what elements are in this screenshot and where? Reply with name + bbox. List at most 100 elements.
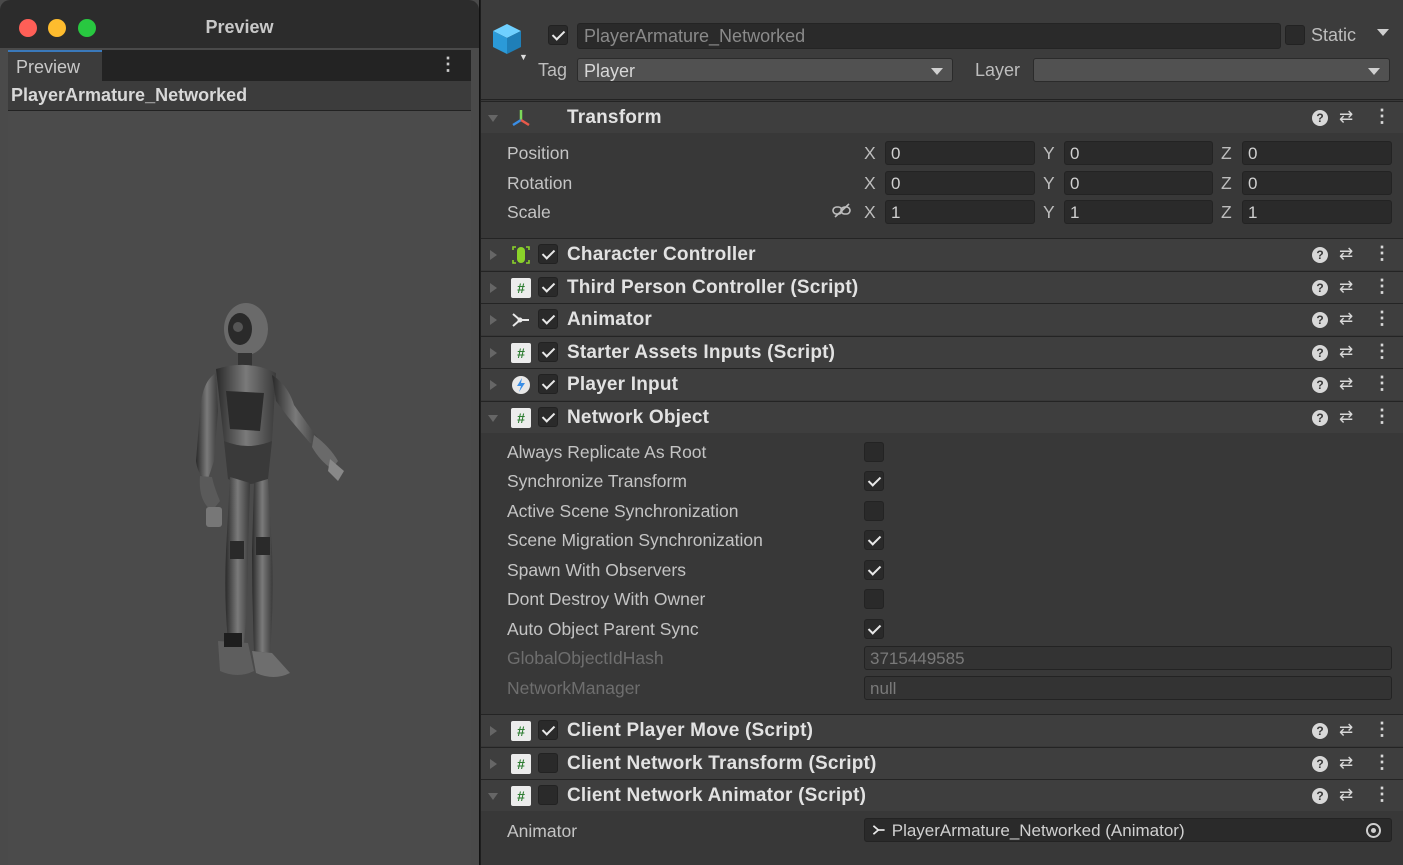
position-x-field[interactable]: 0 xyxy=(885,141,1035,165)
foldout-arrow-icon[interactable] xyxy=(490,726,497,736)
preset-icon[interactable]: ⇄ xyxy=(1339,407,1353,427)
client-network-transform-header[interactable]: # Client Network Transform (Script) ? ⇄ … xyxy=(481,747,1403,779)
animator-enabled-checkbox[interactable] xyxy=(538,309,558,329)
third-person-controller-enabled-checkbox[interactable] xyxy=(538,277,558,297)
icon-selector-caret-icon[interactable]: ▼ xyxy=(519,52,528,62)
foldout-arrow-icon[interactable] xyxy=(488,415,498,422)
preset-icon[interactable]: ⇄ xyxy=(1339,753,1353,773)
preset-icon[interactable]: ⇄ xyxy=(1339,374,1353,394)
client-network-animator-header[interactable]: # Client Network Animator (Script) ? ⇄ ⋮ xyxy=(481,779,1403,811)
auto-object-parent-sync-checkbox[interactable] xyxy=(864,619,884,639)
component-menu-icon[interactable]: ⋮ xyxy=(1373,406,1391,427)
scene-migration-synchronization-checkbox[interactable] xyxy=(864,530,884,550)
preset-icon[interactable]: ⇄ xyxy=(1339,309,1353,329)
spawn-with-observers-checkbox[interactable] xyxy=(864,560,884,580)
preset-icon[interactable]: ⇄ xyxy=(1339,277,1353,297)
dont-destroy-with-owner-checkbox[interactable] xyxy=(864,589,884,609)
foldout-arrow-icon[interactable] xyxy=(490,315,497,325)
help-icon[interactable]: ? xyxy=(1312,280,1328,296)
scale-y-field[interactable]: 1 xyxy=(1064,200,1213,224)
object-picker-icon[interactable] xyxy=(1366,823,1381,838)
axis-y-label: Y xyxy=(1043,173,1055,193)
foldout-arrow-icon[interactable] xyxy=(490,759,497,769)
third-person-controller-header[interactable]: # Third Person Controller (Script) ? ⇄ ⋮ xyxy=(481,271,1403,303)
help-icon[interactable]: ? xyxy=(1312,788,1328,804)
component-menu-icon[interactable]: ⋮ xyxy=(1373,308,1391,329)
constrain-proportions-icon[interactable] xyxy=(832,203,852,219)
player-input-enabled-checkbox[interactable] xyxy=(538,374,558,394)
help-icon[interactable]: ? xyxy=(1312,377,1328,393)
component-title: Player Input xyxy=(567,374,679,395)
position-z-field[interactable]: 0 xyxy=(1242,141,1392,165)
rotation-x-field[interactable]: 0 xyxy=(885,171,1035,195)
component-menu-icon[interactable]: ⋮ xyxy=(1373,276,1391,297)
help-icon[interactable]: ? xyxy=(1312,410,1328,426)
preset-icon[interactable]: ⇄ xyxy=(1339,785,1353,805)
foldout-arrow-icon[interactable] xyxy=(488,793,498,800)
transform-header[interactable]: Transform ? ⇄ ⋮ xyxy=(481,101,1403,133)
preset-icon[interactable]: ⇄ xyxy=(1339,720,1353,740)
foldout-arrow-icon[interactable] xyxy=(490,283,497,293)
layer-dropdown[interactable] xyxy=(1033,58,1390,82)
character-controller-header[interactable]: Character Controller ? ⇄ ⋮ xyxy=(481,238,1403,270)
component-title: Network Object xyxy=(567,407,710,428)
component-menu-icon[interactable]: ⋮ xyxy=(1373,784,1391,805)
script-icon: # xyxy=(511,721,531,741)
synchronize-transform-checkbox[interactable] xyxy=(864,471,884,491)
animator-icon xyxy=(872,825,885,835)
network-object-enabled-checkbox[interactable] xyxy=(538,407,558,427)
axis-y-label: Y xyxy=(1043,143,1055,163)
help-icon[interactable]: ? xyxy=(1312,110,1328,126)
foldout-arrow-icon[interactable] xyxy=(488,115,498,122)
client-player-move-header[interactable]: # Client Player Move (Script) ? ⇄ ⋮ xyxy=(481,714,1403,746)
component-title: Transform xyxy=(567,107,662,128)
player-input-header[interactable]: Player Input ? ⇄ ⋮ xyxy=(481,368,1403,400)
rotation-z-field[interactable]: 0 xyxy=(1242,171,1392,195)
component-menu-icon[interactable]: ⋮ xyxy=(1373,243,1391,264)
client-network-transform-enabled-checkbox[interactable] xyxy=(538,753,558,773)
preset-icon[interactable]: ⇄ xyxy=(1339,342,1353,362)
scale-x-field[interactable]: 1 xyxy=(885,200,1035,224)
rotation-y-field[interactable]: 0 xyxy=(1064,171,1213,195)
static-dropdown-caret-icon[interactable] xyxy=(1377,29,1389,36)
active-scene-synchronization-checkbox[interactable] xyxy=(864,501,884,521)
animator-object-field[interactable]: PlayerArmature_Networked (Animator) xyxy=(864,818,1392,842)
character-controller-enabled-checkbox[interactable] xyxy=(538,244,558,264)
foldout-arrow-icon[interactable] xyxy=(490,250,497,260)
tag-dropdown[interactable]: Player xyxy=(577,58,953,82)
starter-assets-inputs-header[interactable]: # Starter Assets Inputs (Script) ? ⇄ ⋮ xyxy=(481,336,1403,368)
component-menu-icon[interactable]: ⋮ xyxy=(1373,106,1391,127)
component-menu-icon[interactable]: ⋮ xyxy=(1373,719,1391,740)
axis-z-label: Z xyxy=(1221,143,1232,163)
foldout-arrow-icon[interactable] xyxy=(490,380,497,390)
help-icon[interactable]: ? xyxy=(1312,312,1328,328)
client-player-move-enabled-checkbox[interactable] xyxy=(538,720,558,740)
foldout-arrow-icon[interactable] xyxy=(490,348,497,358)
inspector-panel: ▼ PlayerArmature_Networked Static Tag Pl… xyxy=(481,0,1403,865)
network-object-header[interactable]: # Network Object ? ⇄ ⋮ xyxy=(481,401,1403,433)
help-icon[interactable]: ? xyxy=(1312,247,1328,263)
help-icon[interactable]: ? xyxy=(1312,756,1328,772)
network-manager-field: null xyxy=(864,676,1392,700)
component-title: Client Network Animator (Script) xyxy=(567,785,867,806)
gameobject-active-checkbox[interactable] xyxy=(548,25,568,45)
starter-assets-inputs-enabled-checkbox[interactable] xyxy=(538,342,558,362)
always-replicate-as-root-checkbox[interactable] xyxy=(864,442,884,462)
tab-menu-icon[interactable]: ⋮ xyxy=(439,54,457,75)
preview-viewport[interactable] xyxy=(8,111,471,865)
static-checkbox[interactable] xyxy=(1285,25,1305,45)
tab-preview[interactable]: Preview xyxy=(8,50,102,81)
gameobject-name-field[interactable]: PlayerArmature_Networked xyxy=(577,23,1281,49)
client-network-animator-enabled-checkbox[interactable] xyxy=(538,785,558,805)
component-menu-icon[interactable]: ⋮ xyxy=(1373,373,1391,394)
position-y-field[interactable]: 0 xyxy=(1064,141,1213,165)
animator-header[interactable]: Animator ? ⇄ ⋮ xyxy=(481,303,1403,335)
help-icon[interactable]: ? xyxy=(1312,723,1328,739)
help-icon[interactable]: ? xyxy=(1312,345,1328,361)
auto-object-parent-sync-label: Auto Object Parent Sync xyxy=(507,619,699,639)
preset-icon[interactable]: ⇄ xyxy=(1339,107,1353,127)
preset-icon[interactable]: ⇄ xyxy=(1339,244,1353,264)
component-menu-icon[interactable]: ⋮ xyxy=(1373,341,1391,362)
component-menu-icon[interactable]: ⋮ xyxy=(1373,752,1391,773)
scale-z-field[interactable]: 1 xyxy=(1242,200,1392,224)
